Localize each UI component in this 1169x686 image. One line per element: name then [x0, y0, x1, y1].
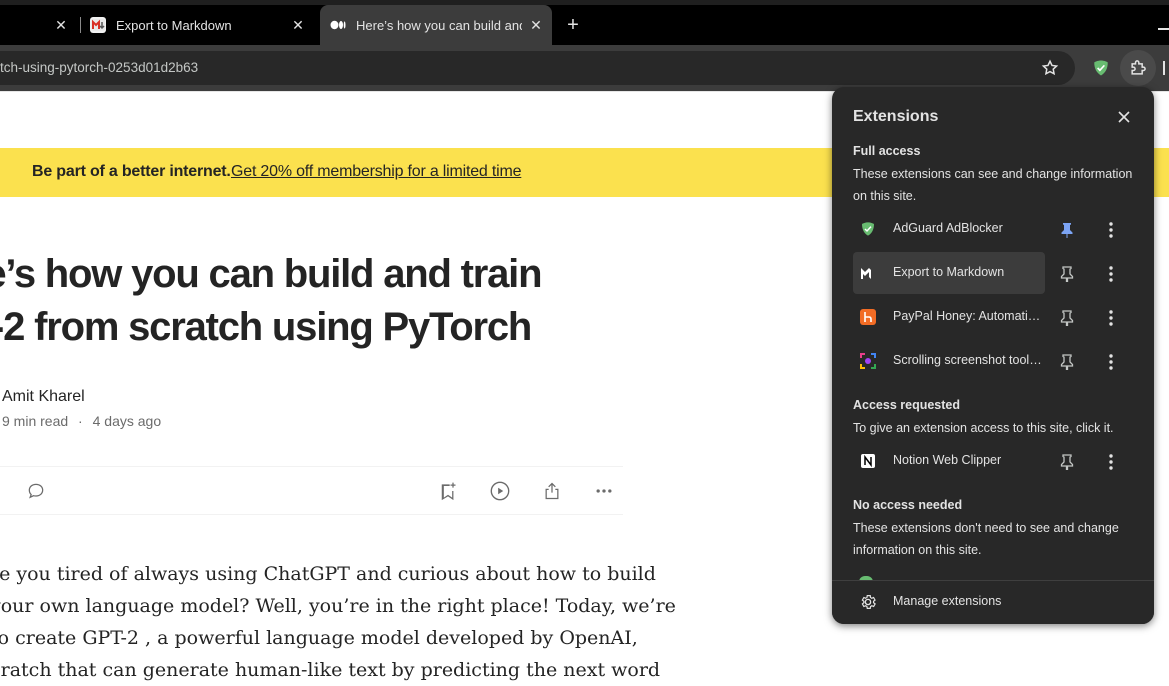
pin-icon[interactable] [1057, 264, 1077, 284]
more-horizontal-icon[interactable] [592, 479, 616, 503]
close-icon[interactable] [1114, 107, 1134, 127]
url-text: tch-using-pytorch-0253d01d2b63 [0, 60, 199, 75]
promo-link[interactable]: Get 20% off membership for a limited tim… [231, 163, 521, 181]
listen-play-icon[interactable] [488, 479, 512, 503]
tab-export-to-markdown[interactable]: Export to Markdown ✕ [90, 9, 314, 41]
tab-partial[interactable]: ✕ [0, 9, 78, 41]
section-title-no-access: No access needed [853, 498, 963, 512]
body-line: your own language model? Well, you’re in… [0, 595, 676, 617]
title-line-2: T-2 from scratch using PyTorch [0, 305, 532, 349]
more-vert-icon[interactable] [1101, 452, 1121, 472]
pin-icon[interactable] [1057, 220, 1077, 240]
promo-lead: Be part of a better internet. [32, 163, 231, 180]
more-vert-icon[interactable] [1101, 352, 1121, 372]
comment-icon[interactable] [24, 479, 48, 503]
puzzle-icon[interactable] [1120, 50, 1156, 86]
title-line-1: re’s how you can build and train [0, 252, 543, 296]
medium-favicon [330, 17, 346, 33]
more-vert-icon[interactable] [1101, 264, 1121, 284]
close-icon[interactable]: ✕ [528, 17, 544, 33]
body-line: re you tired of always using ChatGPT and… [0, 563, 656, 585]
toolbar: tch-using-pytorch-0253d01d2b63 [0, 45, 1169, 91]
popup-title: Extensions [853, 108, 939, 125]
adguard-shield-icon[interactable] [1091, 58, 1111, 78]
tab-title: Export to Markdown [116, 17, 232, 33]
extension-row-paypal-honey[interactable]: PayPal Honey: Automatic Coupons & Reward… [853, 296, 1133, 338]
toolbar-divider [1163, 61, 1165, 75]
share-icon[interactable] [540, 479, 564, 503]
manage-extensions-button[interactable]: Manage extensions [832, 580, 1154, 624]
article-body: re you tired of always using ChatGPT and… [0, 558, 676, 686]
author-name[interactable]: Amit Kharel [2, 388, 85, 406]
extension-name: AdGuard AdBlocker [893, 221, 1003, 235]
bookmark-add-icon[interactable] [436, 479, 460, 503]
extension-name: Notion Web Clipper [893, 453, 1002, 467]
extension-name: PayPal Honey: Automatic Coupons & Reward… [893, 309, 1045, 323]
pin-icon[interactable] [1057, 308, 1077, 328]
pin-icon[interactable] [1057, 452, 1077, 472]
gear-icon [861, 595, 876, 609]
manage-extensions-label: Manage extensions [893, 594, 1002, 608]
extension-row-scrolling-screenshot[interactable]: Scrolling screenshot tool & screen captu… [853, 340, 1133, 382]
extension-row-adguard[interactable]: AdGuard AdBlocker [853, 208, 1133, 250]
tab-active-medium-article[interactable]: Here’s how you can build and train ✕ [320, 5, 552, 45]
extension-name: Scrolling screenshot tool & screen captu… [893, 353, 1045, 367]
more-vert-icon[interactable] [1101, 308, 1121, 328]
read-time: 9 min read [2, 413, 69, 429]
section-title-full-access: Full access [853, 144, 921, 158]
export-to-markdown-favicon [90, 17, 106, 33]
adguard-shield-icon [859, 220, 877, 238]
close-icon[interactable]: ✕ [290, 17, 306, 33]
section-title-access-requested: Access requested [853, 398, 961, 412]
more-vert-icon[interactable] [1101, 220, 1121, 240]
extension-row-notion-web-clipper[interactable]: Notion Web Clipper [853, 440, 1133, 482]
section-desc-full-access: These extensions can see and change info… [853, 167, 1133, 203]
section-desc-access-requested: To give an extension access to this site… [853, 421, 1114, 435]
pin-icon[interactable] [1057, 352, 1077, 372]
address-bar[interactable]: tch-using-pytorch-0253d01d2b63 [0, 51, 1075, 85]
honey-icon [859, 308, 877, 326]
export-to-markdown-icon [859, 264, 877, 282]
article-meta: 9 min read · 4 days ago [2, 413, 161, 429]
tab-strip: ✕ Export to Markdown ✕ Here’s how you ca… [0, 0, 1169, 45]
close-icon[interactable]: ✕ [53, 17, 69, 33]
extension-row-export-to-markdown[interactable]: Export to Markdown [853, 252, 1133, 294]
window-top-edge [0, 0, 1169, 5]
body-line: cratch that can generate human-like text… [0, 659, 661, 681]
notion-icon [859, 452, 877, 470]
star-icon[interactable] [1040, 58, 1060, 78]
article-action-bar [0, 466, 623, 515]
tab-separator [80, 17, 81, 33]
extensions-popup: Extensions Full access These extensions … [832, 87, 1154, 624]
meta-separator: · [78, 413, 83, 429]
tab-title: Here’s how you can build and train [356, 17, 522, 33]
screenshot-tool-icon [859, 352, 877, 370]
plus-icon[interactable]: + [563, 14, 583, 36]
body-line: to create GPT-2 , a powerful language mo… [0, 627, 638, 649]
article-title: re’s how you can build and train T-2 fro… [0, 248, 610, 354]
extension-name: Export to Markdown [893, 265, 1005, 279]
minimize-icon[interactable] [1158, 28, 1169, 30]
publish-date: 4 days ago [92, 413, 162, 429]
section-desc-no-access: These extensions don't need to see and c… [853, 521, 1119, 557]
